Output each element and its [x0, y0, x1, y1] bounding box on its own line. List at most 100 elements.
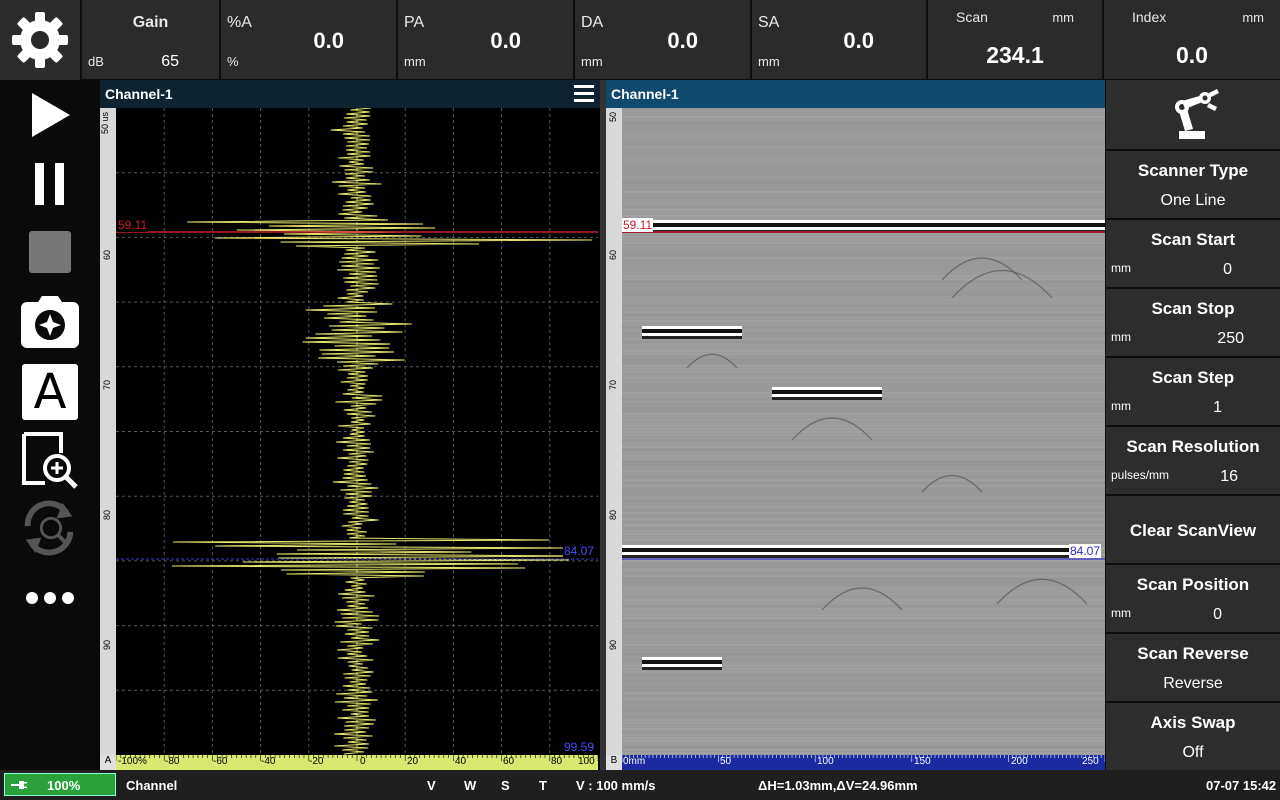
- robot-arm-icon: [1175, 88, 1219, 139]
- menu-item-title: Scan Reverse: [1137, 644, 1249, 663]
- zoom-document-icon: [22, 432, 78, 489]
- bscan-reflection-band: [642, 657, 722, 660]
- ascan-corner: A: [100, 755, 116, 770]
- menu-item-value: One Line: [1160, 192, 1226, 209]
- ascan-ytick: 90: [102, 640, 112, 651]
- status-channel[interactable]: Channel: [126, 778, 177, 793]
- ascan-xtick: -100%: [118, 756, 147, 767]
- top-readout-bar: Gain dB 65 %A % 0.0 PA mm 0.0 DA mm 0.0 …: [0, 0, 1280, 80]
- play-button[interactable]: [20, 85, 80, 145]
- hamburger-menu-button[interactable]: [574, 84, 594, 104]
- bscan-reflection-band: [622, 220, 1105, 223]
- ascan-xtick: -20: [309, 756, 324, 767]
- menu-item-title: Scan Position: [1136, 575, 1250, 594]
- scan-reverse-item[interactable]: Scan Reverse Reverse: [1106, 634, 1280, 701]
- ascan-bottom-value: 99.59: [563, 740, 596, 754]
- ascan-plot[interactable]: [116, 108, 598, 755]
- status-t: T: [539, 778, 547, 793]
- menu-item-value: 250: [1217, 330, 1244, 347]
- play-icon: [32, 93, 70, 137]
- bscan-reflection-band: [772, 390, 882, 394]
- status-bar: 100% Channel V W S T V : 100 mm/s ΔH=1.0…: [0, 770, 1280, 800]
- readout-label: SA: [758, 14, 780, 31]
- ascan-xtick: 100: [578, 756, 595, 767]
- more-dots-icon: [26, 592, 74, 604]
- bscan-reflection-band: [772, 387, 882, 390]
- menu-item-unit: mm: [1111, 261, 1131, 275]
- capture-button[interactable]: [20, 292, 80, 352]
- status-velocity: V : 100 mm/s: [576, 778, 656, 793]
- index-value: 0.0: [1176, 42, 1208, 68]
- scan-position-item[interactable]: Scan Position mm 0: [1106, 565, 1280, 632]
- axis-swap-item[interactable]: Axis Swap Off: [1106, 703, 1280, 770]
- bscan-scan-scale: 0mm 50 100 150 200 250: [622, 755, 1105, 770]
- bscan-reflection-band: [642, 660, 722, 664]
- menu-item-title: Scan Start: [1150, 230, 1236, 249]
- bscan-scan-ticks: [622, 755, 1105, 762]
- bscan-reflection-band: [622, 545, 1082, 548]
- bscan-image[interactable]: [622, 108, 1105, 755]
- ascan-xtick: 0: [360, 756, 366, 767]
- gain-unit: dB: [88, 54, 104, 69]
- bscan-reflection-band: [622, 552, 1082, 555]
- stop-button[interactable]: [20, 222, 80, 282]
- bscan-xtick: 50: [720, 756, 732, 767]
- gear-icon: [12, 12, 68, 68]
- scan-start-item[interactable]: Scan Start mm 0: [1106, 220, 1280, 287]
- menu-item-value: 1: [1213, 399, 1222, 416]
- menu-item-value: 0: [1223, 261, 1232, 278]
- clear-scanview-button[interactable]: Clear ScanView: [1106, 496, 1280, 563]
- menu-item-unit: pulses/mm: [1111, 468, 1170, 482]
- scan-value: 234.1: [986, 42, 1044, 68]
- bscan-gate-bottom-label: 84.07: [1069, 544, 1102, 558]
- readout-label: DA: [581, 14, 604, 31]
- ascan-ytick: 60: [102, 250, 112, 261]
- index-label: Index: [1132, 9, 1167, 25]
- bscan-reflection-band: [642, 326, 742, 329]
- scan-stop-item[interactable]: Scan Stop mm 250: [1106, 289, 1280, 356]
- menu-item-unit: mm: [1111, 399, 1131, 413]
- ascan-xtick: 40: [455, 756, 467, 767]
- bscan-xtick: 0mm: [623, 756, 646, 767]
- more-button[interactable]: [20, 568, 80, 628]
- bscan-ytick: 60: [608, 250, 618, 261]
- bscan-reflection-band: [642, 336, 742, 339]
- scan-step-item[interactable]: Scan Step mm 1: [1106, 358, 1280, 425]
- menu-item-title: Scan Stop: [1151, 299, 1235, 318]
- readout-unit: %: [227, 54, 239, 69]
- scanner-type-item[interactable]: Scanner Type One Line: [1106, 151, 1280, 218]
- bscan-reflection-band: [622, 227, 1105, 230]
- ascan-ytick: 70: [102, 380, 112, 391]
- readout-label: PA: [404, 14, 425, 31]
- zoom-button[interactable]: [20, 430, 80, 490]
- menu-item-value: Reverse: [1163, 675, 1223, 692]
- ascan-xtick: 20: [407, 756, 419, 767]
- pa-readout[interactable]: PA mm 0.0: [398, 0, 573, 79]
- bscan-reflection-band: [642, 667, 722, 670]
- status-v: V: [427, 778, 436, 793]
- battery-label: 100%: [47, 778, 81, 793]
- settings-button[interactable]: [0, 0, 80, 80]
- scanner-tool-button[interactable]: [1106, 80, 1280, 149]
- scan-readout[interactable]: Scan mm 234.1: [928, 0, 1102, 79]
- scan-settings-menu: Scanner Type One Line Scan Start mm 0 Sc…: [1105, 80, 1280, 770]
- readout-label: %A: [227, 14, 252, 31]
- menu-item-title: Clear ScanView: [1129, 521, 1257, 540]
- index-readout[interactable]: Index mm 0.0: [1104, 0, 1280, 79]
- scan-resolution-item[interactable]: Scan Resolution pulses/mm 16: [1106, 427, 1280, 494]
- gain-readout[interactable]: Gain dB 65: [82, 0, 219, 79]
- reset-zoom-button[interactable]: [20, 498, 80, 558]
- status-s: S: [501, 778, 510, 793]
- pause-button[interactable]: [20, 154, 80, 214]
- percent-a-readout[interactable]: %A % 0.0: [221, 0, 396, 79]
- auto-button[interactable]: A: [20, 362, 80, 422]
- sa-readout[interactable]: SA mm 0.0: [752, 0, 926, 79]
- readout-value: 0.0: [667, 28, 698, 53]
- menu-item-value: 0: [1213, 606, 1222, 623]
- menu-item-title: Scan Step: [1151, 368, 1235, 387]
- bscan-reflection-band: [772, 394, 882, 397]
- bscan-reflection-band: [642, 333, 742, 336]
- readout-unit: mm: [758, 54, 780, 69]
- bscan-reflection-band: [642, 329, 742, 333]
- da-readout[interactable]: DA mm 0.0: [575, 0, 750, 79]
